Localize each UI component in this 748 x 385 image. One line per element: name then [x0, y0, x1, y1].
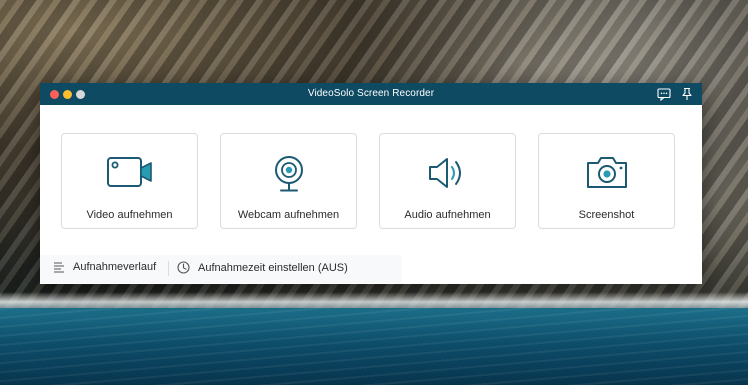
speaker-icon — [427, 154, 469, 197]
footer-bar: Aufnahmeverlauf Aufnahmezeit einstellen … — [40, 255, 402, 283]
chat-icon[interactable] — [657, 87, 671, 102]
recording-history-button[interactable]: Aufnahmeverlauf — [53, 261, 156, 273]
wallpaper-sea — [0, 308, 748, 385]
screenshot-label: Screenshot — [578, 209, 635, 221]
recording-timer-button[interactable]: Aufnahmezeit einstellen (AUS) — [177, 261, 348, 274]
screenshot-card[interactable]: Screenshot — [538, 133, 675, 229]
window-title: VideoSolo Screen Recorder — [307, 88, 435, 99]
video-record-card[interactable]: Video aufnehmen — [61, 133, 198, 229]
video-camera-icon — [106, 154, 154, 197]
photo-camera-icon — [585, 154, 629, 195]
titlebar[interactable]: VideoSolo Screen Recorder — [40, 83, 702, 105]
footer-divider — [168, 261, 169, 276]
recording-timer-label: Aufnahmezeit einstellen (AUS) — [198, 261, 348, 274]
webcam-record-card[interactable]: Webcam aufnehmen — [220, 133, 357, 229]
app-window: VideoSolo Screen Recorder Video aufnehme… — [40, 83, 702, 284]
pin-icon[interactable] — [680, 87, 694, 101]
video-record-label: Video aufnehmen — [86, 209, 173, 221]
webcam-icon — [272, 154, 306, 199]
audio-record-card[interactable]: Audio aufnehmen — [379, 133, 516, 229]
list-icon — [54, 262, 64, 273]
clock-icon — [177, 261, 190, 274]
recording-history-label: Aufnahmeverlauf — [73, 261, 157, 273]
audio-record-label: Audio aufnehmen — [404, 209, 491, 221]
webcam-record-label: Webcam aufnehmen — [237, 209, 340, 221]
